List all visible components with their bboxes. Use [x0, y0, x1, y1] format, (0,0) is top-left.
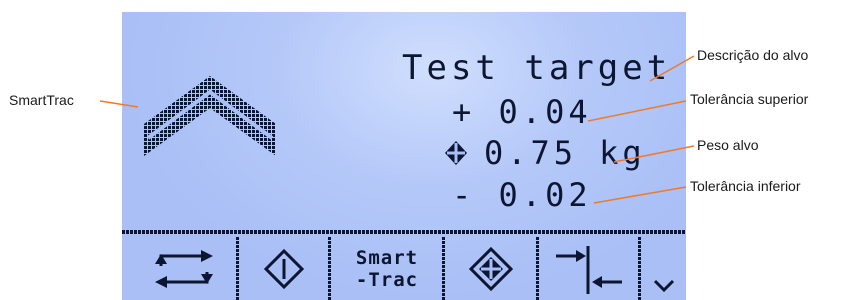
callout-target-weight: Peso alvo	[697, 137, 759, 153]
callout-smarttrac: SmartTrac	[9, 92, 74, 108]
callout-lower-tolerance: Tolerância inferior	[690, 178, 801, 194]
callout-description: Descrição do alvo	[697, 47, 809, 63]
callout-upper-tolerance: Tolerância superior	[690, 91, 809, 107]
